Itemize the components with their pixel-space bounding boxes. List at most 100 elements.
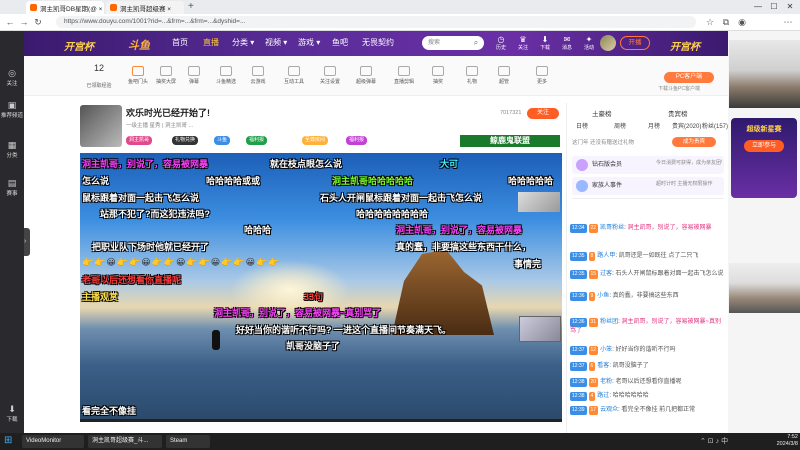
room-tag[interactable]: 洞主凯哥 (126, 136, 153, 145)
sidebar-item-download[interactable]: ⬇ 下载 (0, 404, 24, 423)
sidebar-item-recommend[interactable]: ▣ 推荐频道 (0, 100, 24, 119)
chat-message[interactable]: 12:35 15 过客: 石头人开闸鼠标跟着对面一起击飞怎么说 (570, 270, 726, 279)
new-tab-button[interactable]: + (188, 1, 194, 12)
nav-live[interactable]: 直播 (203, 37, 219, 48)
toolbar-item[interactable]: 云游戏 (244, 66, 272, 85)
menu-icon[interactable]: ⋯ (782, 16, 794, 28)
rank-tab-vip[interactable]: 贵宾(2020) (672, 121, 701, 130)
room-tag[interactable]: 礼物兑换 (172, 136, 199, 145)
toolbar-item[interactable]: 更多 (528, 66, 556, 85)
chat-user[interactable]: 小鱼 (597, 293, 609, 299)
toolbar-item[interactable]: 弹幕 (180, 66, 208, 85)
nav-video[interactable]: 视频 ▾ (265, 37, 287, 48)
chat-message[interactable]: 12:34 22 凯哥粉丝: 洞主凯哥，别说了，容易被网暴 (570, 224, 726, 233)
browser-tab[interactable]: 洞主凯哥DB星期(@ × (26, 1, 104, 14)
chat-message[interactable]: 12:37 12 小笨: 好好当你的谐听不行吗 (570, 346, 726, 355)
clock[interactable]: 7:52 2024/3/8 (770, 434, 798, 448)
sidebar-item-follow[interactable]: ◎ 关注 (0, 68, 24, 87)
event-banner-left[interactable]: 开宫杯 (64, 38, 94, 53)
chat-message[interactable]: 12:38 4 路过: 哈哈哈哈哈哈 (570, 392, 726, 401)
user-avatar[interactable] (600, 35, 616, 51)
chat-message[interactable]: 12:36 9 小鱼: 真的蠢，非要搞这些东西 (570, 292, 726, 301)
close-icon[interactable]: ✕ (782, 0, 798, 14)
taskbar-app[interactable]: VideoMonitor (22, 435, 84, 448)
rank-tab-week[interactable]: 周榜 (614, 121, 626, 130)
room-tag[interactable]: 福利报 (246, 136, 268, 145)
chat-message[interactable]: 12:39 17 云观众: 看完全不像挂 前几把都正常 (570, 406, 726, 415)
nav-game[interactable]: 游戏 ▾ (298, 37, 320, 48)
room-tag[interactable]: 斗鱼 (214, 136, 231, 145)
toolbar-item[interactable]: 斗鱼精选 (212, 66, 240, 85)
header-activity[interactable]: ✦ 活动 (578, 35, 600, 51)
windows-start-icon[interactable]: ⊞ (4, 435, 16, 447)
chat-level: 20 (588, 378, 599, 387)
nav-yuba[interactable]: 鱼吧 (332, 37, 348, 48)
room-tag[interactable]: 福利报 (346, 136, 368, 145)
forward-icon[interactable]: → (18, 16, 30, 28)
tray-icons[interactable]: ⌃ ⊡ ♪ 中 (700, 436, 728, 446)
sidebar-collapse-handle[interactable]: › (24, 228, 30, 256)
chat-user[interactable]: 过客 (600, 271, 612, 277)
chat-user[interactable]: 老粉 (600, 379, 612, 385)
tab-rich-rank[interactable]: 土豪榜 (592, 108, 612, 118)
tab-vip-rank[interactable]: 贵宾榜 (668, 108, 688, 118)
extensions-icon[interactable]: ⧉ (720, 16, 732, 28)
chat-message[interactable]: 12:38 20 老粉: 老哥以后还想看你直播呢 (570, 378, 726, 387)
nav-home[interactable]: 首页 (172, 37, 188, 48)
chat-user[interactable]: 小笨 (600, 347, 612, 353)
rank-tab-fans[interactable]: 粉丝(157) (702, 121, 728, 130)
danmaku: 真的蠢，非要搞这些东西干什么， (396, 242, 532, 252)
event-banner-right[interactable]: 开宫杯 (670, 38, 700, 53)
maximize-icon[interactable]: ☐ (766, 0, 782, 14)
toolbar-item[interactable]: 抽奖大屏 (152, 66, 180, 85)
toolbar-item[interactable]: 直播剪辑 (390, 66, 418, 85)
profile-icon[interactable]: ◉ (736, 16, 748, 28)
taskbar-app[interactable]: Steam (166, 435, 210, 448)
url-field[interactable]: https://www.douyu.com/1001?rid=...&frm=.… (56, 16, 696, 28)
level-label[interactable]: 已领取经验 (82, 82, 116, 89)
promo-card[interactable]: 超级新星赛 立即参与 (731, 118, 797, 198)
header-history[interactable]: ◷ 历史 (490, 35, 512, 51)
chat-user[interactable]: 路人甲 (597, 253, 615, 259)
toolbar-item[interactable]: 抽奖 (424, 66, 452, 85)
rank-tab-day[interactable]: 日榜 (576, 121, 588, 130)
chat-message[interactable]: 12:37 6 看客: 凯哥没脑子了 (570, 362, 726, 371)
sidebar-item-events[interactable]: ▤ 赛事 (0, 178, 24, 197)
header-follow[interactable]: ♛ 关注 (512, 35, 534, 51)
refresh-icon[interactable]: ↻ (32, 16, 44, 28)
favorites-icon[interactable]: ☆ (704, 16, 716, 28)
pc-client-button[interactable]: PC客户端 (664, 72, 714, 83)
video-progress-bar[interactable] (80, 419, 562, 422)
chat-user[interactable]: 云观众 (600, 407, 618, 413)
broadcast-button[interactable]: 开播 (620, 36, 650, 50)
chat-message[interactable]: 12:36 31 粉丝团: 洞主凯哥，别说了，容易被网暴~真别骂了 (570, 318, 726, 336)
browser-tab[interactable]: 洞主凯哥超级赛 × (106, 1, 184, 14)
sidebar-item-category[interactable]: ▦ 分类 (0, 140, 24, 159)
toolbar-item[interactable]: 礼物 (458, 66, 486, 85)
rank-tab-month[interactable]: 月榜 (648, 121, 660, 130)
chat-user[interactable]: 看客 (597, 363, 609, 369)
header-download[interactable]: ⬇ 下载 (534, 35, 556, 51)
become-vip-button[interactable]: 成为贵宾 (672, 137, 716, 147)
toolbar-item[interactable]: 超管 (490, 66, 518, 85)
taskbar-app[interactable]: 洞主凯哥超级赛_斗... (88, 435, 162, 448)
toolbar-item[interactable]: 超级弹幕 (352, 66, 380, 85)
minimize-icon[interactable]: — (750, 0, 766, 14)
toolbar-item[interactable]: 互动工具 (280, 66, 308, 85)
nav-category[interactable]: 分类 ▾ (232, 37, 254, 48)
toolbar-item[interactable]: 关注设置 (316, 66, 344, 85)
follow-button[interactable]: 关注 (527, 108, 559, 119)
room-tag[interactable]: 至尊房间 (302, 136, 329, 145)
header-message[interactable]: ✉ 消息 (556, 35, 578, 51)
chat-user[interactable]: 粉丝团 (600, 319, 618, 325)
back-icon[interactable]: ← (4, 16, 16, 28)
douyu-logo[interactable]: 斗鱼 (128, 37, 150, 53)
toolbar-item[interactable]: 鱼吧门头 (124, 66, 152, 85)
search-icon[interactable]: ⌕ (468, 36, 484, 50)
chat-user[interactable]: 路过 (597, 393, 609, 399)
streamer-avatar[interactable] (80, 105, 122, 147)
chat-message[interactable]: 12:35 8 路人甲: 凯哥还是一如既往 点了二只飞 (570, 252, 726, 261)
promo-button[interactable]: 立即参与 (744, 140, 784, 152)
nav-valorant[interactable]: 无畏契约 (362, 37, 394, 48)
chat-user[interactable]: 凯哥粉丝 (600, 225, 624, 231)
